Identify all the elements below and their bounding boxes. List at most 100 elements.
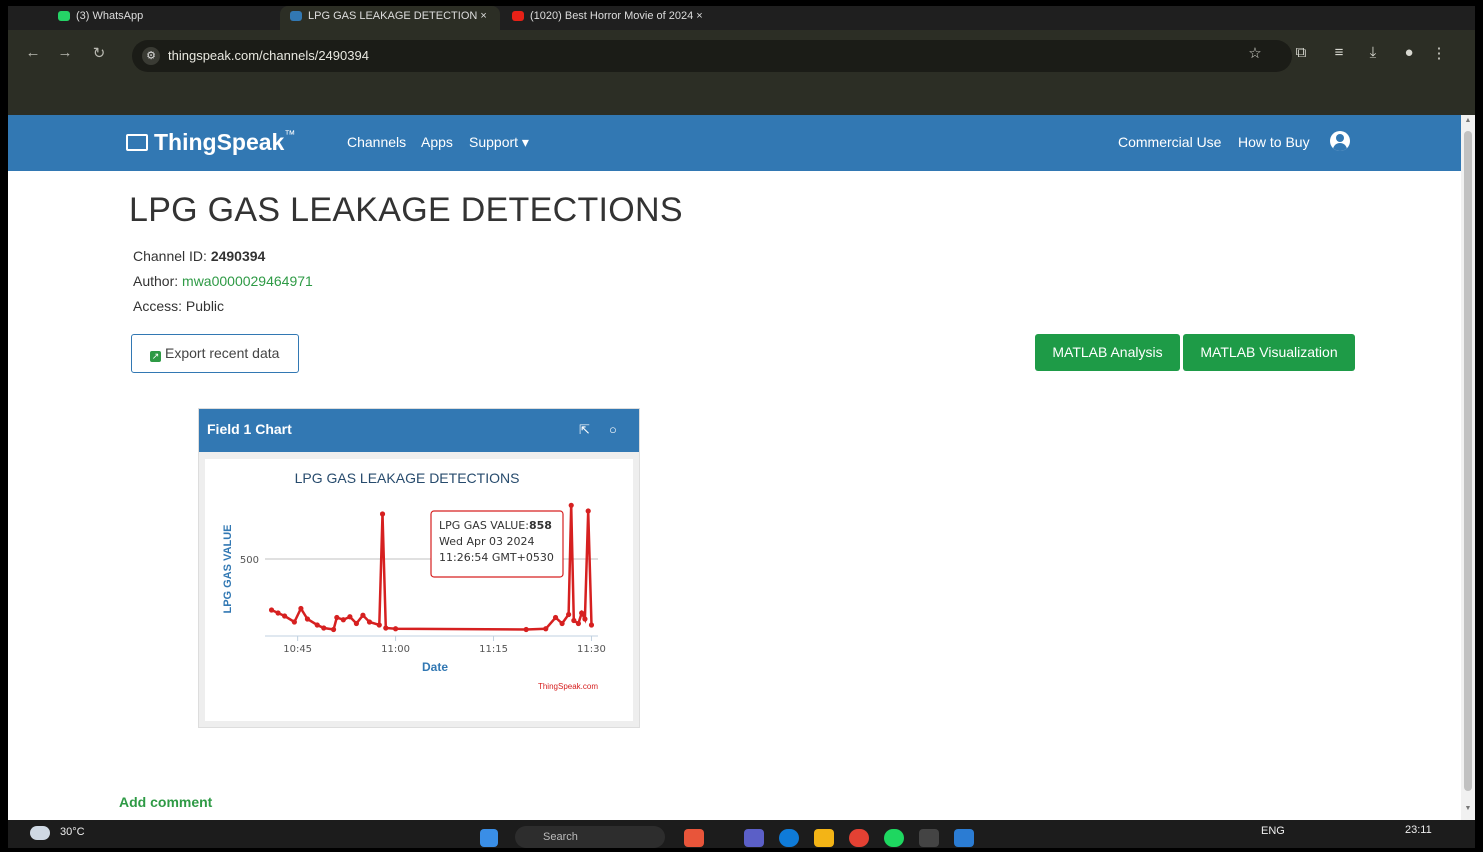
weather-temp[interactable]: 30°C bbox=[60, 826, 85, 838]
download-icon[interactable]: ⤓ bbox=[1362, 44, 1384, 61]
teams-icon[interactable] bbox=[744, 829, 764, 847]
data-point[interactable] bbox=[353, 620, 360, 627]
nav-apps[interactable]: Apps bbox=[421, 134, 453, 150]
word-icon[interactable] bbox=[954, 829, 974, 847]
data-point[interactable] bbox=[552, 614, 559, 621]
browser-tab-strip: (3) WhatsApp LPG GAS LEAKAGE DETECTION ×… bbox=[8, 6, 1475, 30]
author-link[interactable]: mwa0000029464971 bbox=[182, 273, 313, 289]
data-point[interactable] bbox=[321, 625, 327, 631]
data-point[interactable] bbox=[523, 626, 529, 633]
scrollbar-thumb[interactable] bbox=[1464, 131, 1472, 791]
data-point[interactable] bbox=[298, 605, 304, 612]
data-point[interactable] bbox=[585, 508, 591, 514]
data-point[interactable] bbox=[360, 612, 366, 618]
reading-list-icon[interactable]: ≡ bbox=[1328, 44, 1350, 61]
data-point[interactable] bbox=[392, 626, 399, 632]
spotify-icon[interactable] bbox=[884, 829, 904, 847]
back-icon[interactable]: ← bbox=[22, 44, 44, 61]
lpg-chart: LPG GAS LEAKAGE DETECTIONS LPG GAS VALUE… bbox=[222, 470, 606, 691]
data-point[interactable] bbox=[366, 619, 373, 625]
chart-credit: ThingSpeak.com bbox=[538, 682, 598, 691]
thingspeak-logo[interactable]: ThingSpeak™ bbox=[154, 129, 295, 156]
thingspeak-navbar: ThingSpeak™ Channels Apps Support ▾ Comm… bbox=[8, 115, 1461, 171]
data-point[interactable] bbox=[571, 617, 577, 624]
tooltip-line-1: LPG GAS VALUE:858 bbox=[439, 519, 552, 532]
tab-whatsapp[interactable]: (3) WhatsApp bbox=[48, 6, 278, 30]
chrome-icon[interactable] bbox=[849, 829, 869, 847]
tab-youtube[interactable]: (1020) Best Horror Movie of 2024 × bbox=[502, 6, 742, 30]
data-point[interactable] bbox=[559, 620, 565, 627]
page-scrollbar[interactable]: ▲ ▼ bbox=[1461, 115, 1475, 820]
data-point[interactable] bbox=[268, 607, 275, 613]
reload-icon[interactable]: ↻ bbox=[88, 44, 110, 62]
chart-container: LPG GAS LEAKAGE DETECTIONS LPG GAS VALUE… bbox=[205, 459, 633, 721]
data-point[interactable] bbox=[275, 610, 281, 616]
x-tick-label: 10:45 bbox=[283, 644, 312, 655]
data-point[interactable] bbox=[330, 626, 337, 633]
export-recent-data-button[interactable]: ↗ Export recent data bbox=[131, 334, 299, 373]
whatsapp-icon bbox=[58, 11, 70, 22]
site-settings-icon[interactable]: ⚙ bbox=[142, 47, 160, 65]
nav-how-to-buy[interactable]: How to Buy bbox=[1238, 134, 1310, 150]
extensions-icon[interactable]: ⧉ bbox=[1290, 44, 1312, 61]
data-point[interactable] bbox=[575, 620, 582, 627]
data-point[interactable] bbox=[379, 511, 386, 517]
chrome-profile-icon[interactable] bbox=[919, 829, 939, 847]
data-point[interactable] bbox=[340, 617, 346, 623]
thingspeak-favicon-icon bbox=[290, 11, 302, 22]
field-1-chart-widget: Field 1 Chart ⇱ ○ LPG GAS LEAKAGE DETECT… bbox=[198, 408, 640, 728]
data-point[interactable] bbox=[579, 610, 585, 616]
x-tick-label: 11:00 bbox=[381, 644, 410, 655]
data-point[interactable] bbox=[376, 622, 382, 628]
clock[interactable]: 23:11 bbox=[1405, 824, 1432, 836]
open-external-icon[interactable]: ⇱ bbox=[579, 422, 590, 438]
address-bar[interactable]: ⚙ thingspeak.com/channels/2490394 bbox=[132, 40, 1292, 72]
matlab-analysis-button[interactable]: MATLAB Analysis bbox=[1035, 334, 1180, 371]
x-axis-label: Date bbox=[422, 660, 448, 674]
bookmark-star-icon[interactable]: ☆ bbox=[1244, 44, 1266, 62]
data-point[interactable] bbox=[582, 616, 588, 622]
profile-icon[interactable]: ● bbox=[1398, 44, 1420, 61]
file-explorer-icon[interactable] bbox=[814, 829, 834, 847]
data-point[interactable] bbox=[281, 613, 288, 619]
chart-title: LPG GAS LEAKAGE DETECTIONS bbox=[295, 470, 520, 486]
y-axis-label: LPG GAS VALUE bbox=[222, 524, 234, 613]
edge-icon[interactable] bbox=[779, 829, 799, 847]
app-icon-1[interactable] bbox=[684, 829, 704, 847]
data-point[interactable] bbox=[334, 614, 340, 621]
data-point[interactable] bbox=[291, 619, 297, 625]
tooltip-line-3: 11:26:54 GMT+0530 bbox=[439, 551, 554, 564]
scroll-down-icon[interactable]: ▼ bbox=[1461, 805, 1475, 812]
data-point[interactable] bbox=[314, 622, 320, 628]
user-avatar-icon[interactable] bbox=[1330, 131, 1350, 151]
windows-start-icon[interactable] bbox=[480, 829, 498, 847]
nav-channels[interactable]: Channels bbox=[347, 134, 406, 150]
data-point[interactable] bbox=[566, 611, 572, 618]
nav-support[interactable]: Support ▾ bbox=[469, 134, 529, 151]
bookmark-bar bbox=[8, 82, 1475, 115]
data-point[interactable] bbox=[568, 502, 574, 508]
chat-bubble-logo-icon bbox=[126, 134, 148, 151]
tab-lpg-channel[interactable]: LPG GAS LEAKAGE DETECTION × bbox=[280, 6, 500, 30]
data-point[interactable] bbox=[543, 626, 549, 632]
taskbar-search[interactable]: Search bbox=[515, 826, 665, 848]
page-title: LPG GAS LEAKAGE DETECTIONS bbox=[129, 191, 683, 229]
channel-author: Author: mwa0000029464971 bbox=[133, 273, 313, 289]
data-point[interactable] bbox=[588, 622, 595, 628]
language-indicator[interactable]: ENG bbox=[1261, 825, 1285, 837]
data-point[interactable] bbox=[383, 625, 389, 631]
comment-icon[interactable]: ○ bbox=[609, 422, 617, 437]
scroll-up-icon[interactable]: ▲ bbox=[1461, 117, 1475, 124]
matlab-visualization-button[interactable]: MATLAB Visualization bbox=[1183, 334, 1355, 371]
nav-commercial-use[interactable]: Commercial Use bbox=[1118, 134, 1221, 150]
url-text: thingspeak.com/channels/2490394 bbox=[168, 48, 369, 63]
browser-toolbar: ← → ↻ ⚙ thingspeak.com/channels/2490394 … bbox=[8, 30, 1475, 82]
data-point[interactable] bbox=[304, 616, 311, 622]
add-comment-link[interactable]: Add comment bbox=[119, 794, 212, 810]
weather-icon[interactable] bbox=[30, 826, 50, 840]
forward-icon[interactable]: → bbox=[54, 44, 76, 61]
os-taskbar: 30°C Search ENG 23:11 bbox=[8, 820, 1475, 848]
screen: (3) WhatsApp LPG GAS LEAKAGE DETECTION ×… bbox=[0, 0, 1483, 852]
data-point[interactable] bbox=[347, 614, 353, 620]
menu-icon[interactable]: ⋮ bbox=[1428, 44, 1450, 62]
